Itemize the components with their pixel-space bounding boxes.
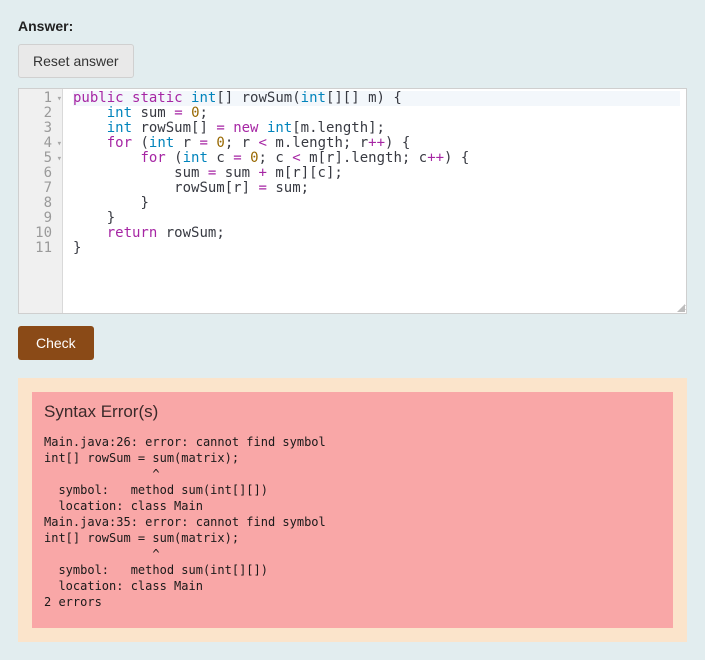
- line-number: 8: [19, 196, 62, 211]
- code-line[interactable]: }: [73, 196, 680, 211]
- code-line[interactable]: return rowSum;: [73, 226, 680, 241]
- line-number: 4: [19, 136, 62, 151]
- answer-label: Answer:: [18, 18, 687, 34]
- error-panel: Syntax Error(s) Main.java:26: error: can…: [18, 378, 687, 642]
- line-number: 3: [19, 121, 62, 136]
- code-line[interactable]: public static int[] rowSum(int[][] m) {: [73, 91, 680, 106]
- code-editor[interactable]: 1234567891011 public static int[] rowSum…: [18, 88, 687, 314]
- code-line[interactable]: }: [73, 211, 680, 226]
- line-number: 9: [19, 211, 62, 226]
- error-title: Syntax Error(s): [44, 402, 661, 422]
- code-line[interactable]: for (int c = 0; c < m[r].length; c++) {: [73, 151, 680, 166]
- line-number: 2: [19, 106, 62, 121]
- code-area[interactable]: public static int[] rowSum(int[][] m) { …: [63, 89, 686, 313]
- code-line[interactable]: for (int r = 0; r < m.length; r++) {: [73, 136, 680, 151]
- error-body: Main.java:26: error: cannot find symbol …: [44, 434, 661, 610]
- line-number-gutter: 1234567891011: [19, 89, 63, 313]
- reset-answer-button[interactable]: Reset answer: [18, 44, 134, 78]
- line-number: 11: [19, 241, 62, 256]
- line-number: 10: [19, 226, 62, 241]
- line-number: 6: [19, 166, 62, 181]
- code-line[interactable]: }: [73, 241, 680, 256]
- check-button[interactable]: Check: [18, 326, 94, 360]
- line-number: 7: [19, 181, 62, 196]
- line-number: 5: [19, 151, 62, 166]
- code-line[interactable]: rowSum[r] = sum;: [73, 181, 680, 196]
- code-line[interactable]: int sum = 0;: [73, 106, 680, 121]
- code-line[interactable]: int rowSum[] = new int[m.length];: [73, 121, 680, 136]
- line-number: 1: [19, 91, 62, 106]
- code-line[interactable]: sum = sum + m[r][c];: [73, 166, 680, 181]
